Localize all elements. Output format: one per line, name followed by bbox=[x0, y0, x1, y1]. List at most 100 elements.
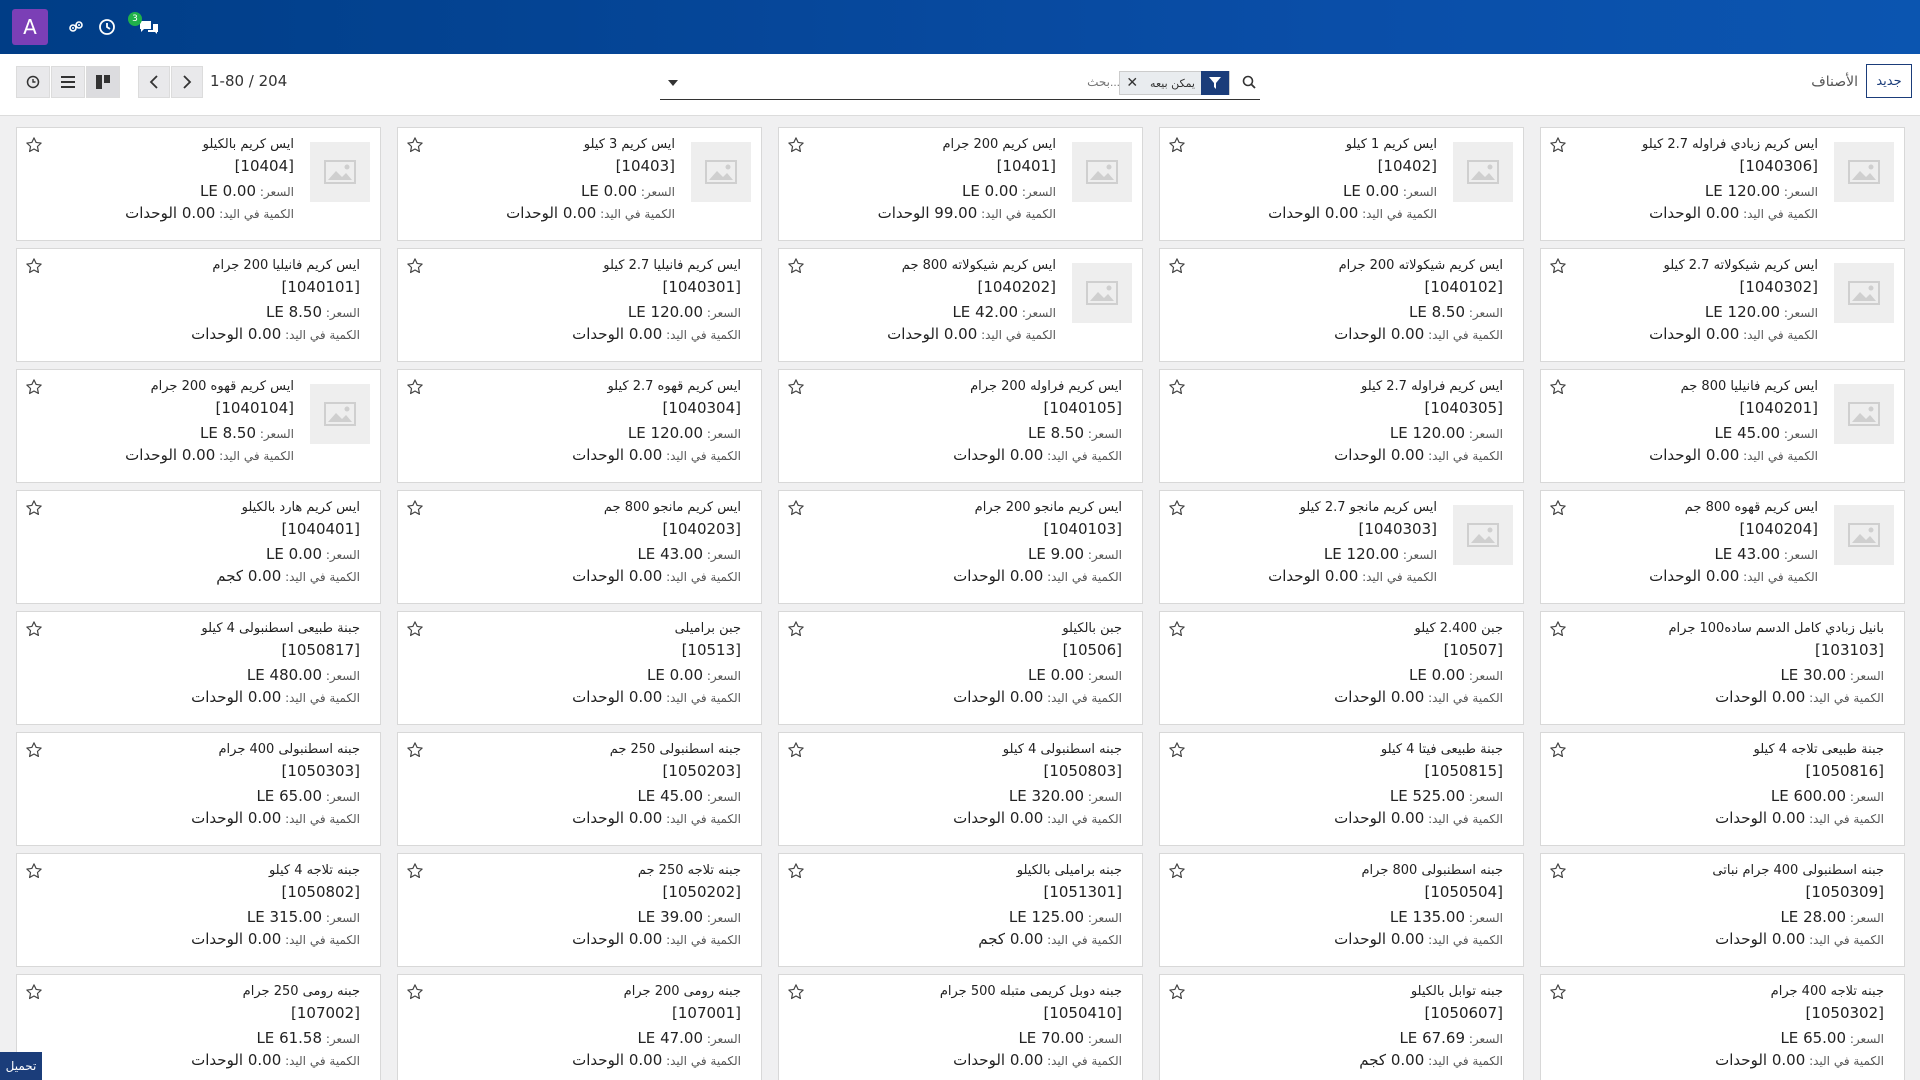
star-icon[interactable] bbox=[787, 257, 805, 279]
product-card[interactable]: جبنه اسطنبولى 800 جرام [1050504] السعر: 13… bbox=[1159, 853, 1524, 967]
star-icon[interactable] bbox=[1168, 136, 1186, 158]
product-card[interactable]: ايس كريم قهوه 800 جم [1040204] السعر: 43.0… bbox=[1540, 490, 1905, 604]
product-name[interactable]: ايس كريم فانيليا 200 جرام bbox=[191, 259, 360, 272]
product-card[interactable]: جبنة طبيعى تلاجه 4 كيلو [1050816] السعر: 6… bbox=[1540, 732, 1905, 846]
product-card[interactable]: جبنه رومى 200 جرام [107001] السعر: 47.00 L… bbox=[397, 974, 762, 1080]
search-options-toggle[interactable] bbox=[668, 80, 678, 86]
product-name[interactable]: جبنه تلاجه 400 جرام bbox=[1715, 985, 1884, 998]
search-icon[interactable] bbox=[1242, 75, 1256, 93]
product-name[interactable]: جبنه رومى 200 جرام bbox=[572, 985, 741, 998]
product-card[interactable]: جبنه اسطنبولى 4 كيلو [1050803] السعر: 320.… bbox=[778, 732, 1143, 846]
product-card[interactable]: جبن بالكيلو [10506] السعر: 0.00 LE الكمية ف… bbox=[778, 611, 1143, 725]
remove-facet-icon[interactable]: ✕ bbox=[1120, 75, 1144, 91]
product-card[interactable]: جبنه دوبل كريمى متبله 500 جرام [1050410] ا… bbox=[778, 974, 1143, 1080]
product-name[interactable]: ايس كريم فراوله 2.7 كيلو bbox=[1334, 380, 1503, 393]
search-input[interactable] bbox=[920, 75, 1120, 89]
product-card[interactable]: جبنه اسطنبولى 400 جرام نباتى [1050309] الس… bbox=[1540, 853, 1905, 967]
activity-clock-icon[interactable] bbox=[98, 18, 116, 36]
product-name[interactable]: ايس كريم شيكولاته 200 جرام bbox=[1334, 259, 1503, 272]
app-menu-button[interactable]: A bbox=[12, 9, 48, 45]
product-name[interactable]: جبنة طبيعى فيتا 4 كيلو bbox=[1334, 743, 1503, 756]
star-icon[interactable] bbox=[406, 620, 424, 642]
star-icon[interactable] bbox=[787, 862, 805, 884]
product-card[interactable]: جبنه رومى 250 جرام [107002] السعر: 61.58 L… bbox=[16, 974, 381, 1080]
product-name[interactable]: جبنة طبيعى اسطنبولى 4 كيلو bbox=[191, 622, 360, 635]
star-icon[interactable] bbox=[787, 620, 805, 642]
product-name[interactable]: جبنه براميلى بالكيلو bbox=[978, 864, 1122, 877]
star-icon[interactable] bbox=[406, 378, 424, 400]
product-card[interactable]: ايس كريم مانجو 800 جم [1040203] السعر: 43.… bbox=[397, 490, 762, 604]
star-icon[interactable] bbox=[25, 620, 43, 642]
product-card[interactable]: جبنه تلاجه 400 جرام [1050302] السعر: 65.00… bbox=[1540, 974, 1905, 1080]
pager-previous-button[interactable] bbox=[138, 66, 170, 98]
product-card[interactable]: جبنة طبيعى اسطنبولى 4 كيلو [1050817] السعر… bbox=[16, 611, 381, 725]
star-icon[interactable] bbox=[25, 257, 43, 279]
star-icon[interactable] bbox=[1549, 257, 1567, 279]
star-icon[interactable] bbox=[787, 983, 805, 1005]
product-name[interactable]: ايس كريم شيكولاته 2.7 كيلو bbox=[1649, 259, 1819, 272]
product-name[interactable]: جبنه اسطنبولى 4 كيلو bbox=[953, 743, 1122, 756]
product-card[interactable]: ايس كريم هارد بالكيلو [1040401] السعر: 0.0… bbox=[16, 490, 381, 604]
star-icon[interactable] bbox=[1549, 862, 1567, 884]
star-icon[interactable] bbox=[1168, 378, 1186, 400]
product-name[interactable]: ايس كريم 1 كيلو bbox=[1268, 138, 1437, 151]
product-name[interactable]: ايس كريم 3 كيلو bbox=[506, 138, 675, 151]
star-icon[interactable] bbox=[25, 741, 43, 763]
product-card[interactable]: ايس كريم فانيليا 2.7 كيلو [1040301] السعر:… bbox=[397, 248, 762, 362]
product-name[interactable]: جبنه تلاجه 4 كيلو bbox=[191, 864, 360, 877]
product-card[interactable]: ايس كريم فراوله 200 جرام [1040105] السعر: … bbox=[778, 369, 1143, 483]
product-card[interactable]: ايس كريم شيكولاته 200 جرام [1040102] السعر… bbox=[1159, 248, 1524, 362]
product-name[interactable]: ايس كريم فانيليا 800 جم bbox=[1649, 380, 1818, 393]
star-icon[interactable] bbox=[1549, 741, 1567, 763]
product-card[interactable]: ايس كريم فانيليا 200 جرام [1040101] السعر:… bbox=[16, 248, 381, 362]
product-card[interactable]: ايس كريم شيكولاته 2.7 كيلو [1040302] السعر… bbox=[1540, 248, 1905, 362]
star-icon[interactable] bbox=[406, 257, 424, 279]
messages-icon[interactable]: 3 bbox=[128, 12, 160, 36]
product-name[interactable]: جبنه اسطنبولى 800 جرام bbox=[1334, 864, 1504, 877]
product-name[interactable]: جبن بالكيلو bbox=[953, 622, 1122, 635]
product-name[interactable]: ايس كريم فراوله 200 جرام bbox=[953, 380, 1122, 393]
product-name[interactable]: جبن 2.400 كيلو bbox=[1334, 622, 1503, 635]
star-icon[interactable] bbox=[1168, 741, 1186, 763]
product-name[interactable]: جبن براميلى bbox=[572, 622, 741, 635]
debug-icon[interactable] bbox=[68, 19, 84, 35]
product-card[interactable]: جبنه تلاجه 250 جم [1050202] السعر: 39.00 L… bbox=[397, 853, 762, 967]
product-card[interactable]: ايس كريم شيكولاته 800 جم [1040202] السعر: … bbox=[778, 248, 1143, 362]
product-card[interactable]: بانيل زبادي كامل الدسم ساده100 جرام [1031… bbox=[1540, 611, 1905, 725]
product-name[interactable]: جبنه تلاجه 250 جم bbox=[572, 864, 741, 877]
star-icon[interactable] bbox=[787, 499, 805, 521]
star-icon[interactable] bbox=[1168, 862, 1186, 884]
kanban-view-button[interactable] bbox=[86, 66, 120, 98]
product-card[interactable]: ايس كريم بالكيلو [10404] السعر: 0.00 LE الك… bbox=[16, 127, 381, 241]
star-icon[interactable] bbox=[406, 983, 424, 1005]
product-name[interactable]: ايس كريم مانجو 800 جم bbox=[572, 501, 741, 514]
product-card[interactable]: جبن 2.400 كيلو [10507] السعر: 0.00 LE الكمي… bbox=[1159, 611, 1524, 725]
product-name[interactable]: جبنه اسطنبولى 250 جم bbox=[572, 743, 741, 756]
list-view-button[interactable] bbox=[51, 66, 85, 98]
product-card[interactable]: جبنه تلاجه 4 كيلو [1050802] السعر: 315.00 … bbox=[16, 853, 381, 967]
star-icon[interactable] bbox=[25, 862, 43, 884]
product-name[interactable]: ايس كريم بالكيلو bbox=[125, 138, 294, 151]
star-icon[interactable] bbox=[25, 378, 43, 400]
product-name[interactable]: ايس كريم قهوه 200 جرام bbox=[125, 380, 294, 393]
star-icon[interactable] bbox=[1549, 378, 1567, 400]
upload-button[interactable]: تحميل bbox=[0, 1052, 42, 1080]
product-name[interactable]: ايس كريم فانيليا 2.7 كيلو bbox=[572, 259, 741, 272]
product-card[interactable]: ايس كريم قهوه 2.7 كيلو [1040304] السعر: 12… bbox=[397, 369, 762, 483]
pager-value[interactable]: 1-80 / 204 bbox=[210, 72, 287, 90]
product-card[interactable]: ايس كريم مانجو 2.7 كيلو [1040303] السعر: 1… bbox=[1159, 490, 1524, 604]
product-name[interactable]: بانيل زبادي كامل الدسم ساده100 جرام bbox=[1668, 622, 1884, 635]
product-name[interactable]: ايس كريم قهوه 800 جم bbox=[1649, 501, 1818, 514]
product-card[interactable]: ايس كريم 200 جرام [10401] السعر: 0.00 LE ال… bbox=[778, 127, 1143, 241]
star-icon[interactable] bbox=[406, 136, 424, 158]
product-name[interactable]: ايس كريم شيكولاته 800 جم bbox=[887, 259, 1056, 272]
product-name[interactable]: جبنه توابل بالكيلو bbox=[1359, 985, 1503, 998]
product-name[interactable]: ايس كريم 200 جرام bbox=[878, 138, 1056, 151]
product-card[interactable]: ايس كريم 3 كيلو [10403] السعر: 0.00 LE الكم… bbox=[397, 127, 762, 241]
product-card[interactable]: جبن براميلى [10513] السعر: 0.00 LE الكمية ف… bbox=[397, 611, 762, 725]
star-icon[interactable] bbox=[25, 983, 43, 1005]
product-name[interactable]: ايس كريم هارد بالكيلو bbox=[216, 501, 360, 514]
star-icon[interactable] bbox=[406, 741, 424, 763]
star-icon[interactable] bbox=[406, 862, 424, 884]
star-icon[interactable] bbox=[1549, 983, 1567, 1005]
